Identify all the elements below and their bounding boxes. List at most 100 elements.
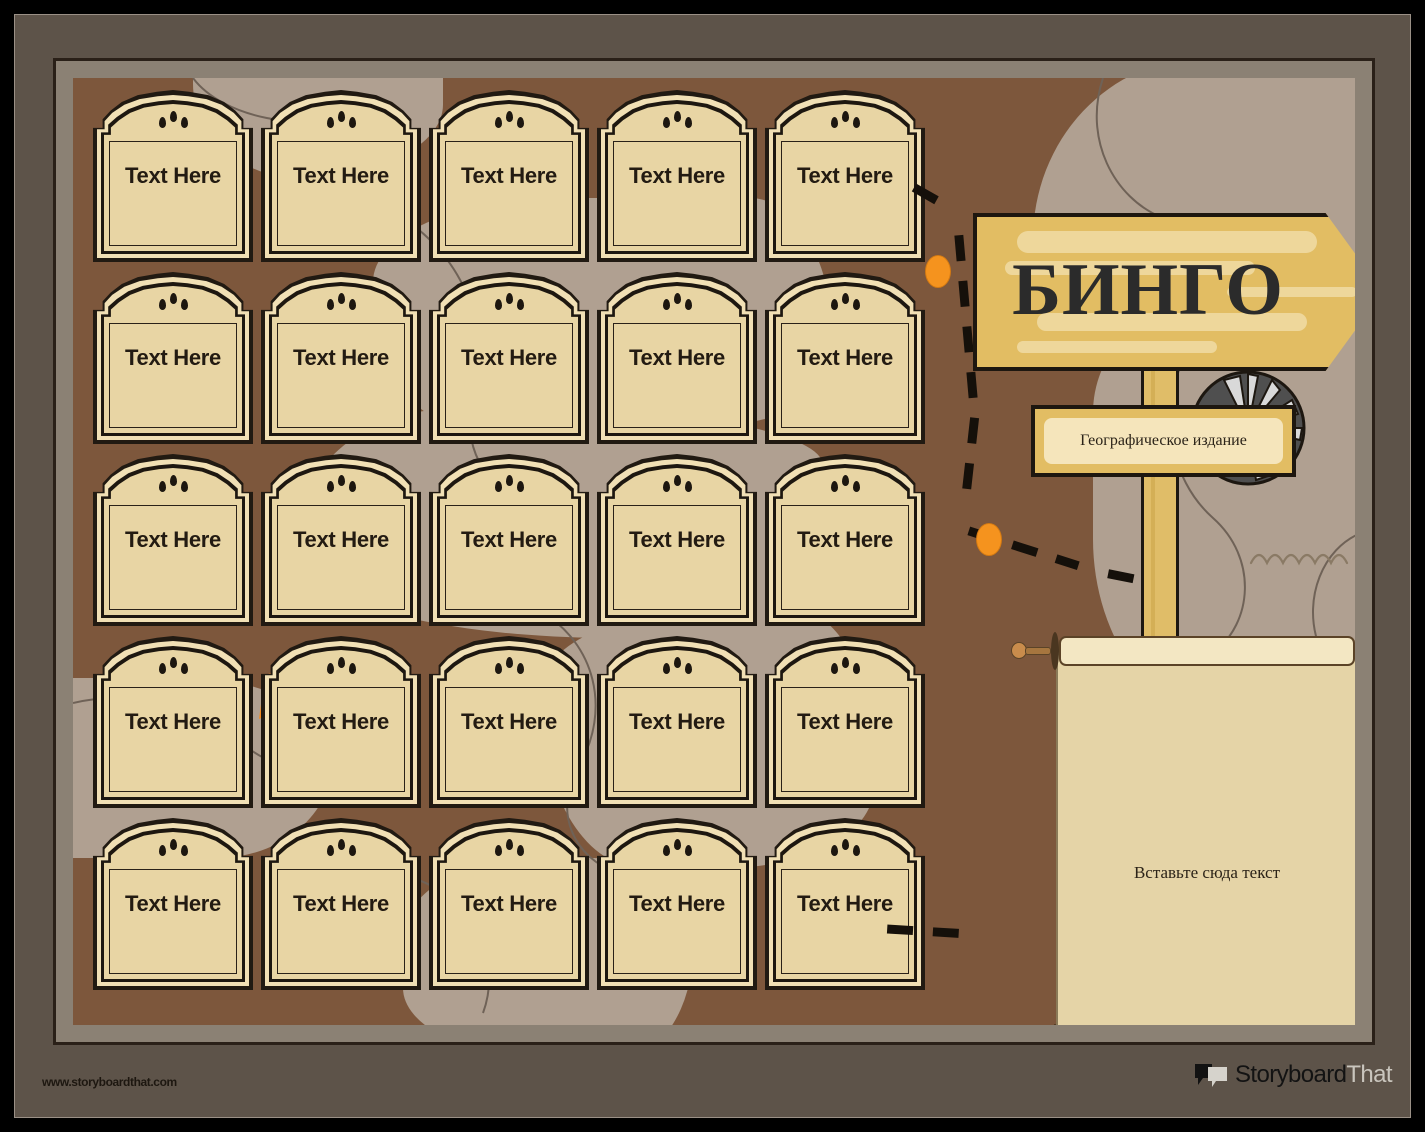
bingo-cell-label: Text Here — [125, 163, 221, 188]
scroll-bar — [1059, 636, 1355, 666]
cell-inner-rule — [277, 323, 405, 428]
bingo-cell[interactable]: Text Here — [261, 90, 421, 262]
bingo-cell[interactable]: Text Here — [597, 454, 757, 626]
scroll-placeholder-text[interactable]: Вставьте сюда текст — [1058, 863, 1355, 883]
cell-inner-rule — [445, 869, 573, 974]
scroll-panel: Вставьте сюда текст — [1001, 626, 1355, 1025]
bingo-cell-label: Text Here — [125, 527, 221, 552]
bingo-cell[interactable]: Text Here — [765, 636, 925, 808]
cell-inner-rule — [445, 687, 573, 792]
bingo-cell[interactable]: Text Here — [93, 272, 253, 444]
bingo-cell-label: Text Here — [629, 163, 725, 188]
bingo-cell[interactable]: Text Here — [429, 90, 589, 262]
brand-secondary: That — [1346, 1061, 1392, 1088]
diamond-ornament-icon — [93, 293, 253, 316]
bingo-cell[interactable]: Text Here — [93, 454, 253, 626]
bingo-cell[interactable]: Text Here — [261, 818, 421, 990]
bingo-cell-label: Text Here — [461, 891, 557, 916]
diamond-ornament-icon — [429, 475, 589, 498]
cell-inner-rule — [109, 141, 237, 246]
diamond-ornament-icon — [597, 111, 757, 134]
brand-logo[interactable]: StoryboardThat — [1194, 1061, 1393, 1089]
cell-inner-rule — [109, 505, 237, 610]
cell-inner-rule — [613, 869, 741, 974]
bingo-cell[interactable]: Text Here — [597, 272, 757, 444]
bingo-cell-label: Text Here — [293, 527, 389, 552]
bingo-cell-label: Text Here — [461, 163, 557, 188]
bingo-cell-label: Text Here — [461, 709, 557, 734]
diamond-ornament-icon — [765, 475, 925, 498]
signpost: БИНГО Географическое издание — [973, 183, 1355, 663]
brand-primary: Storyboard — [1234, 1061, 1347, 1088]
bingo-cell[interactable]: Text Here — [429, 818, 589, 990]
bingo-cell-label: Text Here — [797, 163, 893, 188]
cell-inner-rule — [613, 505, 741, 610]
bingo-cell-label: Text Here — [629, 891, 725, 916]
diamond-ornament-icon — [261, 657, 421, 680]
diamond-ornament-icon — [261, 111, 421, 134]
bingo-cell[interactable]: Text Here — [765, 454, 925, 626]
diamond-ornament-icon — [429, 293, 589, 316]
bingo-cell-label: Text Here — [797, 527, 893, 552]
diamond-ornament-icon — [429, 657, 589, 680]
diamond-ornament-icon — [93, 111, 253, 134]
bingo-cell[interactable]: Text Here — [261, 636, 421, 808]
cell-inner-rule — [277, 687, 405, 792]
bingo-cell[interactable]: Text Here — [261, 272, 421, 444]
scroll-stem — [1025, 647, 1051, 655]
scroll-disc — [1051, 632, 1059, 670]
bingo-cell-label: Text Here — [629, 527, 725, 552]
subtitle-sign: Географическое издание — [1031, 405, 1296, 477]
bingo-cell[interactable]: Text Here — [597, 90, 757, 262]
cell-inner-rule — [781, 869, 909, 974]
cell-inner-rule — [109, 323, 237, 428]
diamond-ornament-icon — [765, 111, 925, 134]
poster-inner-frame: Text Here Text Here Text Here Text Here Text… — [53, 58, 1375, 1045]
cell-inner-rule — [277, 869, 405, 974]
bingo-cell[interactable]: Text Here — [597, 818, 757, 990]
cell-inner-rule — [613, 323, 741, 428]
bingo-cell-label: Text Here — [293, 709, 389, 734]
bingo-cell[interactable]: Text Here — [93, 818, 253, 990]
cell-inner-rule — [109, 869, 237, 974]
cell-inner-rule — [445, 323, 573, 428]
bingo-cell[interactable]: Text Here — [429, 636, 589, 808]
bingo-cell-label: Text Here — [629, 345, 725, 370]
cell-inner-rule — [445, 141, 573, 246]
diamond-ornament-icon — [597, 657, 757, 680]
footer: www.storyboardthat.com StoryboardThat — [15, 1045, 1410, 1117]
map-canvas: Text Here Text Here Text Here Text Here Text… — [73, 78, 1355, 1025]
bingo-cell-label: Text Here — [125, 345, 221, 370]
bingo-cell[interactable]: Text Here — [429, 454, 589, 626]
bingo-cell[interactable]: Text Here — [429, 272, 589, 444]
bingo-cell[interactable]: Text Here — [93, 636, 253, 808]
poster-frame: Text Here Text Here Text Here Text Here Text… — [14, 14, 1411, 1118]
diamond-ornament-icon — [261, 475, 421, 498]
bingo-cell[interactable]: Text Here — [597, 636, 757, 808]
diamond-ornament-icon — [765, 293, 925, 316]
diamond-ornament-icon — [765, 839, 925, 862]
bingo-cell[interactable]: Text Here — [261, 454, 421, 626]
cell-inner-rule — [781, 687, 909, 792]
site-url[interactable]: www.storyboardthat.com — [42, 1075, 177, 1089]
bingo-cell-label: Text Here — [293, 163, 389, 188]
diamond-ornament-icon — [429, 839, 589, 862]
cell-inner-rule — [445, 505, 573, 610]
trail-marker — [925, 255, 951, 288]
bingo-cell[interactable]: Text Here — [765, 272, 925, 444]
subtitle-text: Географическое издание — [1080, 432, 1247, 449]
diamond-ornament-icon — [765, 657, 925, 680]
diamond-ornament-icon — [597, 293, 757, 316]
bingo-cell-label: Text Here — [461, 527, 557, 552]
diamond-ornament-icon — [93, 475, 253, 498]
bingo-cell-label: Text Here — [797, 709, 893, 734]
bingo-cell-label: Text Here — [797, 345, 893, 370]
cell-inner-rule — [781, 323, 909, 428]
bingo-title-sign: БИНГО — [973, 213, 1355, 371]
bingo-cell[interactable]: Text Here — [765, 90, 925, 262]
scroll-rod-top — [1011, 632, 1355, 670]
bingo-cell[interactable]: Text Here — [765, 818, 925, 990]
bingo-cell[interactable]: Text Here — [93, 90, 253, 262]
cell-inner-rule — [613, 687, 741, 792]
diamond-ornament-icon — [261, 293, 421, 316]
